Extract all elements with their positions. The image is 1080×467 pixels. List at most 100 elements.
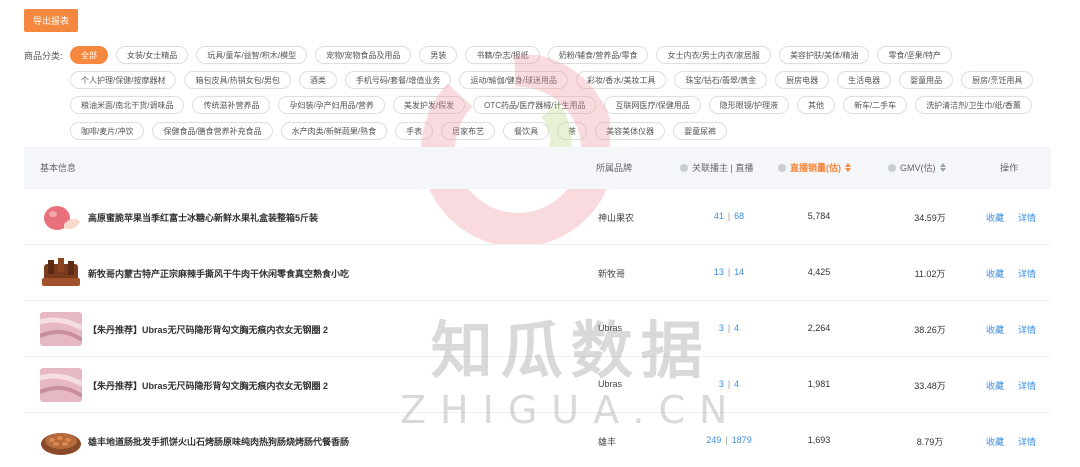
product-thumbnail[interactable] xyxy=(40,424,82,458)
collect-link[interactable]: 收藏 xyxy=(986,379,1004,392)
category-chip[interactable]: 婴童用品 xyxy=(899,71,954,89)
category-chip[interactable]: OTC药品/医疗器械/计生用品 xyxy=(473,96,597,114)
anchor-count[interactable]: 3 xyxy=(719,379,724,389)
category-chip[interactable]: 女装/女士精品 xyxy=(116,46,189,64)
anchor-live-count[interactable]: 249 | 1879 xyxy=(684,435,774,445)
category-chip[interactable]: 女士内衣/男士内衣/家居服 xyxy=(656,46,771,64)
category-chip[interactable]: 孕妇装/孕产妇用品/营养 xyxy=(278,96,385,114)
anchor-live-count[interactable]: 13 | 14 xyxy=(684,267,774,277)
category-chip[interactable]: 互联网医疗/保健用品 xyxy=(604,96,701,114)
detail-link[interactable]: 详情 xyxy=(1018,435,1036,448)
product-title[interactable]: 【朱丹推荐】Ubras无尺码隐形背勾文胸无痕内衣女无钢圈 2 xyxy=(88,323,328,336)
category-chip[interactable]: 彩妆/香水/美妆工具 xyxy=(576,71,667,89)
live-count[interactable]: 4 xyxy=(734,379,739,389)
gmv-value: 38.26万 xyxy=(914,325,946,335)
product-title[interactable]: 新牧哥内蒙古特产正宗麻辣手撕风干牛肉干休闲零食真空熟食小吃 xyxy=(88,267,349,280)
detail-link[interactable]: 详情 xyxy=(1018,211,1036,224)
live-count[interactable]: 68 xyxy=(734,211,744,221)
live-count[interactable]: 14 xyxy=(734,267,744,277)
table-row[interactable]: 【朱丹推荐】Ubras无尺码隐形背勾文胸无痕内衣女无钢圈 2 Ubras 3 | 4 2,… xyxy=(24,301,1051,357)
collect-link[interactable]: 收藏 xyxy=(986,267,1004,280)
header-anchor-live[interactable]: 关联播主 | 直播 xyxy=(680,161,753,174)
category-chip[interactable]: 隐形眼镜/护理液 xyxy=(708,96,789,114)
product-thumbnail[interactable] xyxy=(40,200,82,234)
table-row[interactable]: 高原蜜脆苹果当季红富士冰糖心新鲜水果礼盒装整箱5斤装 神山果农 41 | 68 5,784… xyxy=(24,189,1051,245)
help-icon[interactable] xyxy=(888,163,896,172)
collect-link[interactable]: 收藏 xyxy=(986,323,1004,336)
category-chip[interactable]: 粮油米面/南北干货/调味品 xyxy=(70,96,185,114)
category-chip[interactable]: 书籍/杂志/报纸 xyxy=(465,46,540,64)
category-chip[interactable]: 餐饮具 xyxy=(503,122,550,140)
product-brand: 雄丰 xyxy=(598,437,617,447)
category-chip[interactable]: 奶粉/辅食/营养品/零食 xyxy=(547,46,649,64)
category-chip[interactable]: 运动/瑜伽/健身/球迷用品 xyxy=(459,71,569,89)
table-row[interactable]: 新牧哥内蒙古特产正宗麻辣手撕风干牛肉干休闲零食真空熟食小吃 新牧哥 13 | 14 4,4… xyxy=(24,245,1051,301)
detail-link[interactable]: 详情 xyxy=(1018,323,1036,336)
anchor-live-count[interactable]: 3 | 4 xyxy=(684,379,774,389)
help-icon[interactable] xyxy=(778,163,786,172)
detail-link[interactable]: 详情 xyxy=(1018,379,1036,392)
separator: | xyxy=(727,211,731,221)
category-chip[interactable]: 咖啡/麦片/冲饮 xyxy=(70,122,145,140)
sort-icon[interactable] xyxy=(939,163,946,172)
category-chip[interactable]: 珠宝/钻石/翡翠/黄金 xyxy=(674,71,768,89)
anchor-live-count[interactable]: 41 | 68 xyxy=(684,211,774,221)
anchor-count[interactable]: 249 xyxy=(706,435,721,445)
row-actions: 收藏 详情 xyxy=(986,267,1036,280)
export-report-button[interactable]: 导出报表 xyxy=(24,9,78,32)
product-title[interactable]: 高原蜜脆苹果当季红富士冰糖心新鲜水果礼盒装整箱5斤装 xyxy=(88,211,318,224)
anchor-count[interactable]: 41 xyxy=(714,211,724,221)
category-chip[interactable]: 厨房电器 xyxy=(775,71,830,89)
product-title[interactable]: 雄丰地道肠批发手抓饼火山石烤肠原味纯肉热狗肠烧烤肠代餐香肠 xyxy=(88,435,349,448)
table-row[interactable]: 【朱丹推荐】Ubras无尺码隐形背勾文胸无痕内衣女无钢圈 2 Ubras 3 | 4 1,… xyxy=(24,357,1051,413)
category-chip[interactable]: 箱包皮具/热销女包/男包 xyxy=(184,71,291,89)
category-chip[interactable]: 美发护发/假发 xyxy=(392,96,466,114)
gmv-value: 8.79万 xyxy=(916,437,944,447)
category-chip[interactable]: 个人护理/保健/按摩器材 xyxy=(70,71,177,89)
category-chip[interactable]: 生活电器 xyxy=(837,71,892,89)
category-chip[interactable]: 手机号码/套餐/增值业务 xyxy=(344,71,452,89)
category-chip[interactable]: 保健食品/膳食营养补充食品 xyxy=(152,122,273,140)
gmv-value: 33.48万 xyxy=(914,381,946,391)
collect-link[interactable]: 收藏 xyxy=(986,211,1004,224)
category-chip[interactable]: 居家布艺 xyxy=(441,122,496,140)
category-chip[interactable]: 茶 xyxy=(557,122,588,140)
live-sales: 2,264 xyxy=(807,323,831,333)
category-chip[interactable]: 全部 xyxy=(70,46,108,64)
live-count[interactable]: 1879 xyxy=(732,435,752,445)
live-sales: 4,425 xyxy=(807,267,831,277)
help-icon[interactable] xyxy=(680,163,688,172)
product-thumbnail[interactable] xyxy=(39,368,84,402)
category-chip[interactable]: 美容护肤/美体/精油 xyxy=(778,46,870,64)
category-chip[interactable]: 手表 xyxy=(395,122,434,140)
collect-link[interactable]: 收藏 xyxy=(986,435,1004,448)
product-thumbnail[interactable] xyxy=(39,312,84,346)
category-chip[interactable]: 其他 xyxy=(796,96,835,114)
category-chip[interactable]: 零食/坚果/特产 xyxy=(877,46,952,64)
category-chip[interactable]: 新车/二手车 xyxy=(842,96,908,114)
category-chip[interactable]: 水产肉类/新鲜蔬果/熟食 xyxy=(280,122,388,140)
anchor-count[interactable]: 13 xyxy=(714,267,724,277)
category-chip[interactable]: 婴童尿裤 xyxy=(673,122,728,140)
detail-link[interactable]: 详情 xyxy=(1018,267,1036,280)
product-title[interactable]: 【朱丹推荐】Ubras无尺码隐形背勾文胸无痕内衣女无钢圈 2 xyxy=(88,379,328,392)
category-chip[interactable]: 洗护清洁剂/卫生巾/纸/香薰 xyxy=(915,96,1032,114)
category-chip[interactable]: 传统滋补营养品 xyxy=(192,96,271,114)
live-sales: 5,784 xyxy=(807,211,831,221)
category-chip[interactable]: 玩具/童车/益智/积木/模型 xyxy=(196,46,308,64)
category-chip[interactable]: 男装 xyxy=(419,46,458,64)
live-count[interactable]: 4 xyxy=(734,323,739,333)
category-chip[interactable]: 宠物/宠物食品及用品 xyxy=(315,46,412,64)
anchor-count[interactable]: 3 xyxy=(719,323,724,333)
gmv-value: 11.02万 xyxy=(914,269,946,279)
anchor-live-count[interactable]: 3 | 4 xyxy=(684,323,774,333)
category-chip[interactable]: 酒类 xyxy=(298,71,337,89)
table-row[interactable]: 雄丰地道肠批发手抓饼火山石烤肠原味纯肉热狗肠烧烤肠代餐香肠 雄丰 249 | 1879 1… xyxy=(24,413,1051,467)
category-chip[interactable]: 美容美体仪器 xyxy=(595,122,666,140)
category-chip[interactable]: 厨房/烹饪用具 xyxy=(961,71,1034,89)
product-thumbnail[interactable] xyxy=(40,256,82,290)
live-sales: 1,981 xyxy=(807,379,831,389)
sort-icon[interactable] xyxy=(845,163,851,172)
header-gmv[interactable]: GMV(估) xyxy=(888,161,946,174)
header-live-sales[interactable]: 直播销量(估) xyxy=(778,161,851,174)
